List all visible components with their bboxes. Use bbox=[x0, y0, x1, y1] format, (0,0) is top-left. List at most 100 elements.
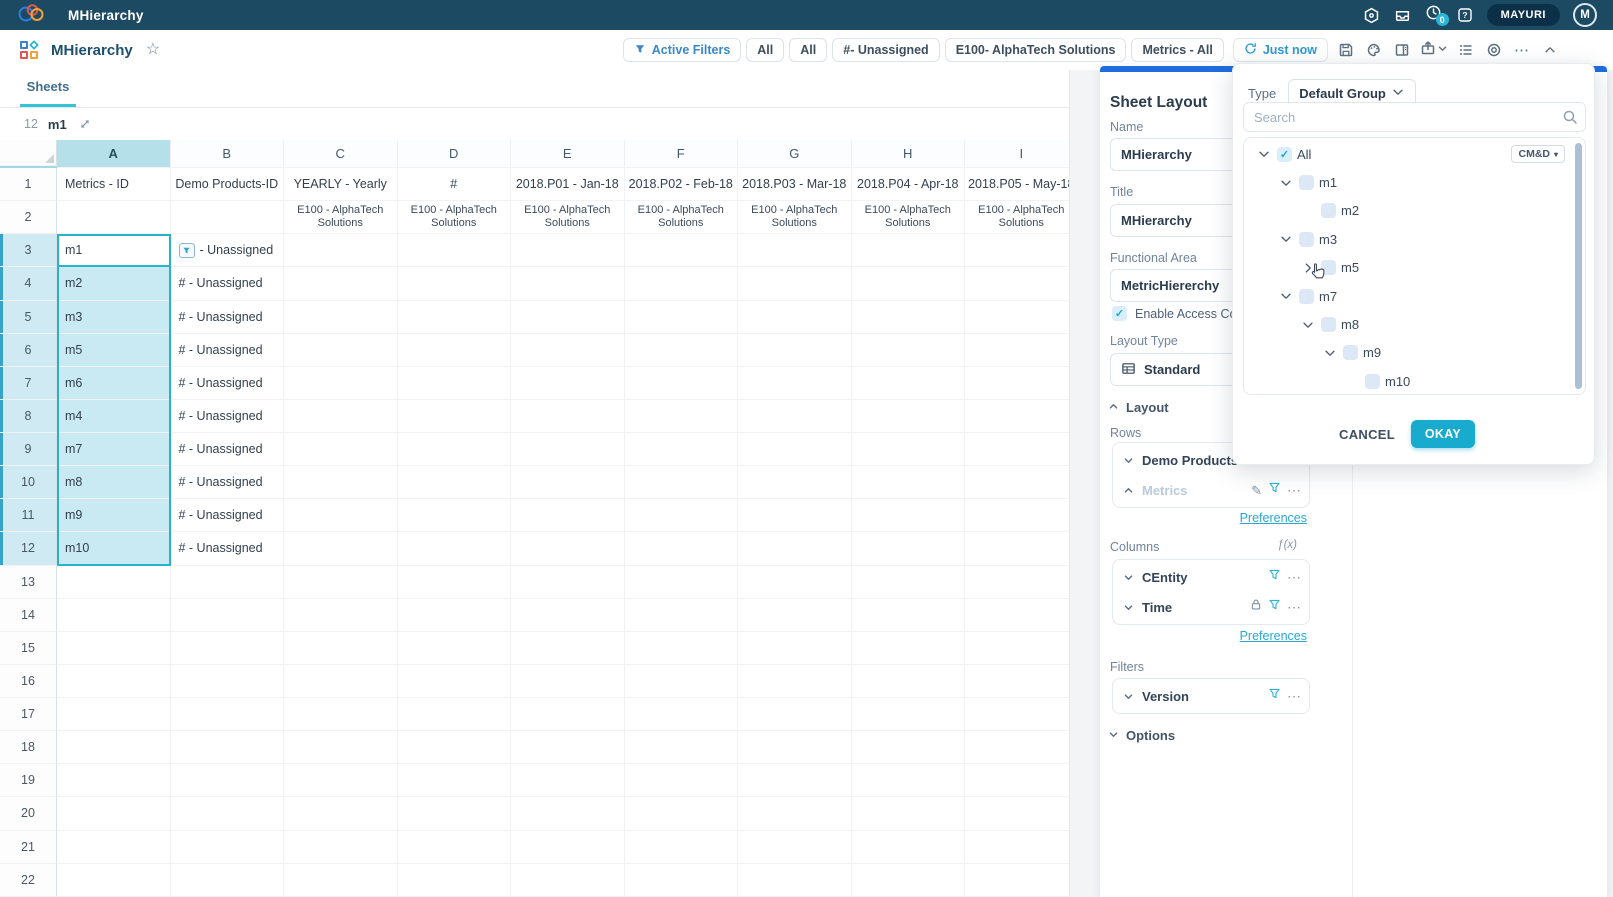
cell-B12[interactable]: # - Unassigned bbox=[171, 532, 285, 565]
filter-funnel-icon[interactable] bbox=[1268, 687, 1281, 705]
chevron-right-icon[interactable] bbox=[1300, 261, 1316, 275]
cell-B22[interactable] bbox=[171, 864, 285, 897]
cell-H14[interactable] bbox=[852, 599, 966, 632]
expand-icon[interactable] bbox=[77, 116, 93, 132]
row-header-7[interactable]: 7 bbox=[0, 367, 57, 400]
cell-B13[interactable] bbox=[171, 566, 285, 599]
cell-D4[interactable] bbox=[398, 267, 512, 300]
tree-checkbox-m7[interactable] bbox=[1299, 289, 1314, 304]
cell-B15[interactable] bbox=[171, 632, 285, 665]
cell-D10[interactable] bbox=[398, 466, 512, 499]
cell-C3[interactable] bbox=[284, 234, 398, 267]
cell-A3[interactable]: m1 bbox=[57, 234, 171, 267]
chevron-down-icon[interactable] bbox=[1278, 176, 1294, 190]
more-options-icon[interactable]: ⋯ bbox=[1287, 570, 1301, 584]
inbox-icon[interactable] bbox=[1394, 6, 1412, 24]
cell-G2[interactable]: E100 - AlphaTech Solutions bbox=[738, 201, 852, 234]
column-header-B[interactable]: B bbox=[171, 140, 285, 168]
cell-G7[interactable] bbox=[738, 367, 852, 400]
row-header-16[interactable]: 16 bbox=[0, 665, 57, 698]
filter-chip-all[interactable]: All bbox=[746, 38, 784, 62]
cell-C2[interactable]: E100 - AlphaTech Solutions bbox=[284, 201, 398, 234]
chevron-down-icon[interactable] bbox=[1322, 346, 1338, 360]
row-header-8[interactable]: 8 bbox=[0, 400, 57, 433]
cell-H8[interactable] bbox=[852, 400, 966, 433]
cell-I3[interactable] bbox=[965, 234, 1069, 267]
row-header-5[interactable]: 5 bbox=[0, 301, 57, 334]
cell-C17[interactable] bbox=[284, 698, 398, 731]
cell-E12[interactable] bbox=[511, 532, 625, 565]
row-header-14[interactable]: 14 bbox=[0, 599, 57, 632]
cell-I22[interactable] bbox=[965, 864, 1069, 897]
cell-H16[interactable] bbox=[852, 665, 966, 698]
cell-C16[interactable] bbox=[284, 665, 398, 698]
row-header-3[interactable]: 3 bbox=[0, 234, 57, 267]
cell-B2[interactable] bbox=[171, 201, 285, 234]
cell-F5[interactable] bbox=[625, 301, 739, 334]
cell-C8[interactable] bbox=[284, 400, 398, 433]
columns-preferences-link[interactable]: Preferences bbox=[1240, 629, 1307, 643]
cell-I1[interactable]: 2018.P05 - May-18 bbox=[965, 168, 1069, 201]
cell-I21[interactable] bbox=[965, 831, 1069, 864]
cell-F21[interactable] bbox=[625, 831, 739, 864]
cell-A21[interactable] bbox=[57, 831, 171, 864]
cell-I13[interactable] bbox=[965, 566, 1069, 599]
cell-G13[interactable] bbox=[738, 566, 852, 599]
tree-node-m5[interactable]: m5 bbox=[1244, 254, 1585, 282]
cell-H15[interactable] bbox=[852, 632, 966, 665]
tree-checkbox-m9[interactable] bbox=[1343, 345, 1358, 360]
cell-B11[interactable]: # - Unassigned bbox=[171, 499, 285, 532]
cell-D11[interactable] bbox=[398, 499, 512, 532]
row-header-6[interactable]: 6 bbox=[0, 334, 57, 367]
tree-node-m8[interactable]: m8 bbox=[1244, 310, 1585, 338]
cell-E18[interactable] bbox=[511, 731, 625, 764]
active-filters-button[interactable]: Active Filters bbox=[623, 38, 742, 62]
column-header-F[interactable]: F bbox=[625, 140, 739, 168]
cell-C9[interactable] bbox=[284, 433, 398, 466]
cell-E4[interactable] bbox=[511, 267, 625, 300]
chevron-down-icon[interactable] bbox=[1278, 289, 1294, 303]
cell-I12[interactable] bbox=[965, 532, 1069, 565]
cell-E16[interactable] bbox=[511, 665, 625, 698]
cell-D5[interactable] bbox=[398, 301, 512, 334]
cell-A7[interactable]: m6 bbox=[57, 367, 171, 400]
cell-B18[interactable] bbox=[171, 731, 285, 764]
chevron-up-icon[interactable] bbox=[1121, 485, 1135, 496]
cell-A10[interactable]: m8 bbox=[57, 466, 171, 499]
cell-G15[interactable] bbox=[738, 632, 852, 665]
cell-B21[interactable] bbox=[171, 831, 285, 864]
cell-I2[interactable]: E100 - AlphaTech Solutions bbox=[965, 201, 1069, 234]
cell-E1[interactable]: 2018.P01 - Jan-18 bbox=[511, 168, 625, 201]
tree-node-m9[interactable]: m9 bbox=[1244, 339, 1585, 367]
columns-field-centity[interactable]: CEntity⋯ bbox=[1113, 562, 1309, 592]
cell-I11[interactable] bbox=[965, 499, 1069, 532]
cell-F2[interactable]: E100 - AlphaTech Solutions bbox=[625, 201, 739, 234]
okay-button[interactable]: OKAY bbox=[1411, 420, 1475, 448]
cell-E15[interactable] bbox=[511, 632, 625, 665]
cell-A8[interactable]: m4 bbox=[57, 400, 171, 433]
cell-D1[interactable]: # bbox=[398, 168, 512, 201]
cell-H5[interactable] bbox=[852, 301, 966, 334]
cell-filter-icon[interactable] bbox=[179, 243, 195, 258]
cell-H22[interactable] bbox=[852, 864, 966, 897]
cell-H21[interactable] bbox=[852, 831, 966, 864]
cell-F4[interactable] bbox=[625, 267, 739, 300]
row-header-15[interactable]: 15 bbox=[0, 632, 57, 665]
cell-F11[interactable] bbox=[625, 499, 739, 532]
filters-field-version[interactable]: Version⋯ bbox=[1113, 681, 1309, 711]
cell-D22[interactable] bbox=[398, 864, 512, 897]
cell-F7[interactable] bbox=[625, 367, 739, 400]
column-header-E[interactable]: E bbox=[511, 140, 625, 168]
cell-A16[interactable] bbox=[57, 665, 171, 698]
cell-F8[interactable] bbox=[625, 400, 739, 433]
cell-B10[interactable]: # - Unassigned bbox=[171, 466, 285, 499]
cell-A18[interactable] bbox=[57, 731, 171, 764]
cell-A22[interactable] bbox=[57, 864, 171, 897]
cell-G10[interactable] bbox=[738, 466, 852, 499]
cell-D19[interactable] bbox=[398, 764, 512, 797]
cell-D3[interactable] bbox=[398, 234, 512, 267]
cell-G11[interactable] bbox=[738, 499, 852, 532]
chevron-down-icon[interactable] bbox=[1121, 602, 1135, 613]
tree-checkbox-m10[interactable] bbox=[1365, 374, 1380, 389]
cell-C19[interactable] bbox=[284, 764, 398, 797]
